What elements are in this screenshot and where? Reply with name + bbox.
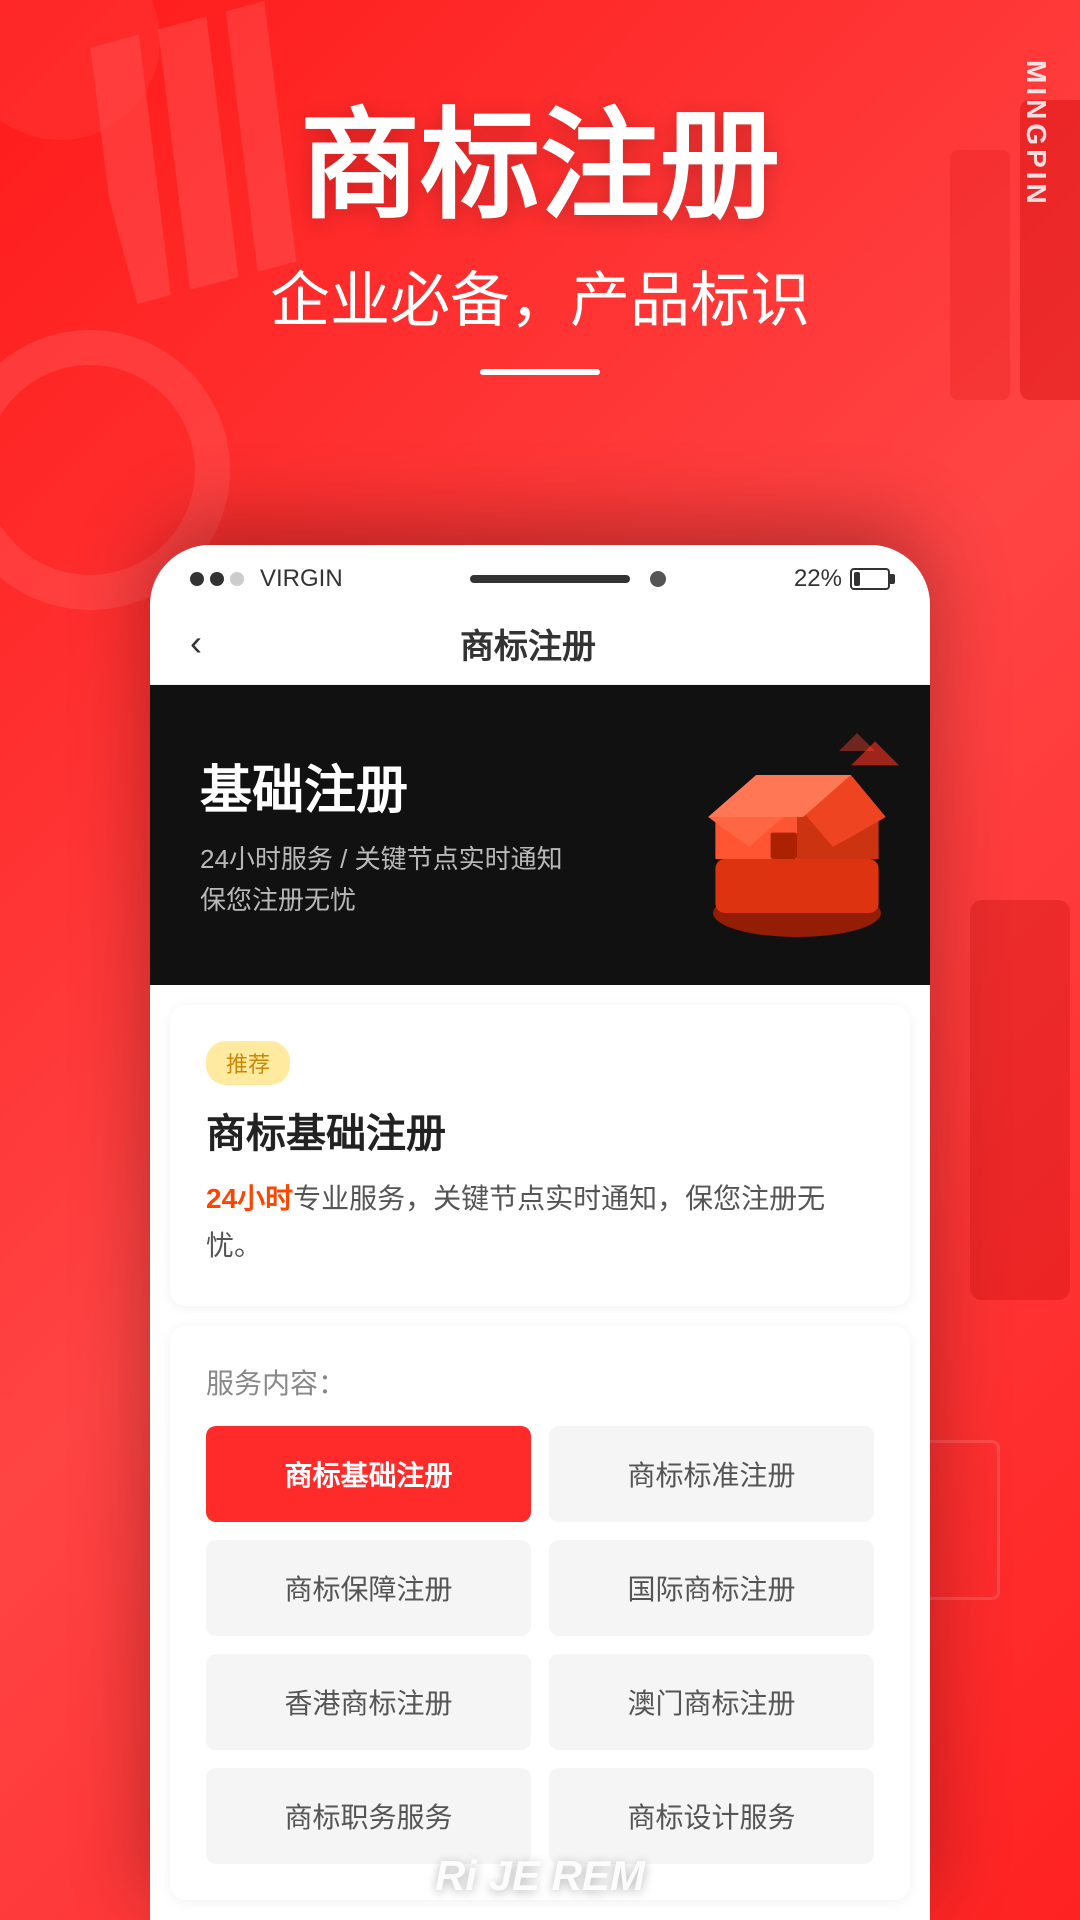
product-desc: 24小时专业服务，关键节点实时通知，保您注册无忧。 <box>206 1175 874 1270</box>
signal-indicator <box>190 572 244 586</box>
nav-title: 商标注册 <box>222 619 834 668</box>
battery-percent: 22% <box>794 565 842 593</box>
battery-fill <box>854 572 860 586</box>
hero-divider <box>480 369 600 375</box>
service-btn-international[interactable]: 国际商标注册 <box>549 1540 874 1636</box>
service-btn-hongkong[interactable]: 香港商标注册 <box>206 1654 531 1750</box>
signal-dot-2 <box>210 572 224 586</box>
status-right: 22% <box>794 565 890 593</box>
nav-bar: ‹ 商标注册 <box>150 603 930 685</box>
service-grid: 商标基础注册商标标准注册商标保障注册国际商标注册香港商标注册澳门商标注册商标职务… <box>206 1426 874 1864</box>
banner-3d-icon <box>660 715 910 955</box>
phone-mockup: VIRGIN 22% ‹ 商标注册 基础注册 24小时服务 / 关键节点 <box>150 545 930 1920</box>
service-label: 服务内容： <box>206 1362 874 1402</box>
service-section: 服务内容： 商标基础注册商标标准注册商标保障注册国际商标注册香港商标注册澳门商标… <box>170 1326 910 1900</box>
hero-title: 商标注册 <box>0 100 1080 232</box>
service-btn-guarantee[interactable]: 商标保障注册 <box>206 1540 531 1636</box>
product-card: 推荐 商标基础注册 24小时专业服务，关键节点实时通知，保您注册无忧。 <box>170 1005 910 1306</box>
bottom-area: Ri JE REM <box>0 1832 1080 1920</box>
battery-icon <box>850 568 890 590</box>
service-btn-macao[interactable]: 澳门商标注册 <box>549 1654 874 1750</box>
hero-section: 商标注册 企业必备，产品标识 <box>0 100 1080 375</box>
deco-bar-right <box>970 900 1070 1300</box>
back-button[interactable]: ‹ <box>190 622 202 664</box>
product-highlight: 24小时 <box>206 1183 293 1214</box>
hero-subtitle: 企业必备，产品标识 <box>0 252 1080 339</box>
phone-screen: VIRGIN 22% ‹ 商标注册 基础注册 24小时服务 / 关键节点 <box>150 545 930 1920</box>
pill-indicator <box>470 575 630 583</box>
signal-dot-1 <box>190 572 204 586</box>
product-desc-text: 专业服务，关键节点实时通知，保您注册无忧。 <box>206 1183 825 1262</box>
signal-dot-3 <box>230 572 244 586</box>
status-bar: VIRGIN 22% <box>150 545 930 603</box>
service-btn-basic[interactable]: 商标基础注册 <box>206 1426 531 1522</box>
service-btn-standard[interactable]: 商标标准注册 <box>549 1426 874 1522</box>
status-center <box>470 571 666 587</box>
product-tag: 推荐 <box>206 1041 290 1085</box>
carrier-name: VIRGIN <box>260 565 343 593</box>
bottom-text: Ri JE REM <box>20 1852 1060 1900</box>
product-title: 商标基础注册 <box>206 1101 874 1159</box>
status-left: VIRGIN <box>190 565 343 593</box>
camera-indicator <box>650 571 666 587</box>
banner: 基础注册 24小时服务 / 关键节点实时通知 保您注册无忧 <box>150 685 930 985</box>
